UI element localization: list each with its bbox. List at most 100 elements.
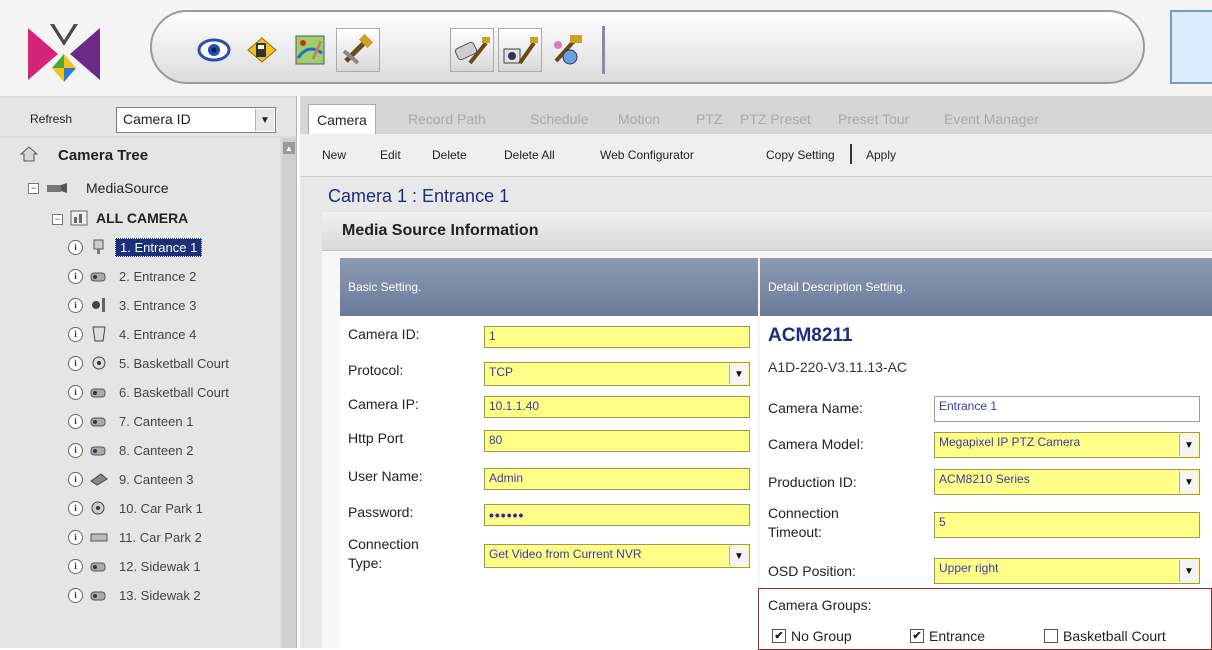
camera-icon xyxy=(90,446,106,456)
tab-preset-tour[interactable]: Preset Tour xyxy=(830,104,917,134)
info-icon[interactable]: i xyxy=(68,268,83,284)
camera-label: 9. Canteen 3 xyxy=(119,471,194,487)
info-icon[interactable]: i xyxy=(68,239,83,255)
camera-item-11[interactable]: i 11. Car Park 2 xyxy=(68,526,206,548)
camera-label: 11. Car Park 2 xyxy=(119,529,202,545)
chevron-down-icon[interactable]: ▼ xyxy=(1179,471,1198,493)
camera-item-5[interactable]: i 5. Basketball Court xyxy=(68,352,233,374)
camera-item-9[interactable]: i 9. Canteen 3 xyxy=(68,468,197,490)
refresh-button[interactable]: Refresh xyxy=(30,112,72,126)
playback-button[interactable] xyxy=(240,28,284,72)
web-configurator-button[interactable]: Web Configurator xyxy=(600,148,694,162)
scroll-up-icon[interactable]: ▲ xyxy=(283,142,295,154)
camera-tools-icon xyxy=(454,37,490,65)
info-icon[interactable]: i xyxy=(68,355,83,371)
group-entrance[interactable]: ✔ Entrance xyxy=(910,628,985,644)
edit-button[interactable]: Edit xyxy=(380,148,401,162)
new-button[interactable]: New xyxy=(322,148,346,162)
production-id-select[interactable]: ACM8210 Series ▼ xyxy=(934,469,1200,495)
camera-tools-button[interactable] xyxy=(450,28,494,72)
chevron-down-icon[interactable]: ▼ xyxy=(729,546,748,566)
tab-event-manager[interactable]: Event Manager xyxy=(936,104,1047,134)
connection-timeout-field[interactable]: 5 xyxy=(934,512,1200,538)
info-icon[interactable]: i xyxy=(68,413,83,429)
user-name-label: User Name: xyxy=(348,468,423,484)
emap-button[interactable] xyxy=(288,28,332,72)
tab-motion[interactable]: Motion xyxy=(610,104,668,134)
info-icon[interactable]: i xyxy=(68,500,83,516)
camera-item-4[interactable]: i 4. Entrance 4 xyxy=(68,323,200,345)
tab-camera[interactable]: Camera xyxy=(308,104,376,135)
chevron-down-icon[interactable]: ▼ xyxy=(729,364,748,384)
camera-item-12[interactable]: i 12. Sidewak 1 xyxy=(68,555,205,577)
camera-name-field[interactable]: Entrance 1 xyxy=(934,396,1200,422)
connection-type-label-line1: Connection xyxy=(348,536,419,552)
protocol-select[interactable]: TCP ▼ xyxy=(484,362,750,386)
chevron-down-icon[interactable]: ▼ xyxy=(1179,560,1198,582)
camera-item-6[interactable]: i 6. Basketball Court xyxy=(68,381,233,403)
collapse-icon[interactable]: − xyxy=(28,183,39,194)
info-icon[interactable]: i xyxy=(68,297,83,313)
info-icon[interactable]: i xyxy=(68,442,83,458)
device-tools-button[interactable] xyxy=(498,28,542,72)
sort-select-value: Camera ID xyxy=(123,111,191,127)
camera-label: 10. Car Park 1 xyxy=(119,500,203,516)
delete-all-button[interactable]: Delete All xyxy=(504,148,555,162)
info-icon[interactable]: i xyxy=(68,326,83,342)
http-port-field[interactable]: 80 xyxy=(484,430,750,452)
sort-select[interactable]: Camera ID ▼ xyxy=(116,107,276,133)
camera-item-2[interactable]: i 2. Entrance 2 xyxy=(68,265,200,287)
collapse-icon[interactable]: − xyxy=(52,214,63,225)
info-icon[interactable]: i xyxy=(68,384,83,400)
tab-record-path[interactable]: Record Path xyxy=(400,104,494,134)
group-no-group-label: No Group xyxy=(791,628,852,644)
delete-button[interactable]: Delete xyxy=(432,148,467,162)
tab-ptz-preset[interactable]: PTZ Preset xyxy=(732,104,819,134)
eye-icon xyxy=(197,38,231,62)
camera-item-8[interactable]: i 8. Canteen 2 xyxy=(68,439,197,461)
info-icon[interactable]: i xyxy=(68,471,83,487)
camera-label: 7. Canteen 1 xyxy=(119,413,194,429)
camera-item-13[interactable]: i 13. Sidewak 2 xyxy=(68,584,205,606)
connection-type-select[interactable]: Get Video from Current NVR ▼ xyxy=(484,544,750,568)
camera-model-select[interactable]: Megapixel IP PTZ Camera ▼ xyxy=(934,432,1200,458)
tab-ptz[interactable]: PTZ xyxy=(688,104,730,134)
checkbox-checked-icon[interactable]: ✔ xyxy=(772,629,786,643)
tab-schedule[interactable]: Schedule xyxy=(522,104,596,134)
copy-setting-button[interactable]: Copy Setting xyxy=(766,148,835,162)
setting-button[interactable] xyxy=(336,28,380,72)
camera-icon xyxy=(92,356,106,370)
protocol-value: TCP xyxy=(489,365,513,379)
info-icon[interactable]: i xyxy=(68,587,83,603)
chevron-down-icon[interactable]: ▼ xyxy=(1179,434,1198,456)
protocol-label: Protocol: xyxy=(348,362,404,378)
checkbox-unchecked-icon[interactable] xyxy=(1044,629,1058,643)
camera-id-field[interactable]: 1 xyxy=(484,326,750,348)
page-title: Camera 1 : Entrance 1 xyxy=(328,186,510,206)
network-tools-button[interactable] xyxy=(546,28,590,72)
apply-button[interactable]: Apply xyxy=(866,148,896,162)
osd-position-select[interactable]: Upper right ▼ xyxy=(934,558,1200,584)
tree-node-all-camera[interactable]: ALL CAMERA xyxy=(96,210,188,226)
camera-icon xyxy=(90,473,108,486)
view-button[interactable] xyxy=(192,28,236,72)
camera-item-3[interactable]: i 3. Entrance 3 xyxy=(68,294,200,316)
camera-icon xyxy=(90,272,106,282)
info-icon[interactable]: i xyxy=(68,558,83,574)
camera-id-label: Camera ID: xyxy=(348,326,420,342)
password-field[interactable]: •••••• xyxy=(484,504,750,526)
camera-item-7[interactable]: i 7. Canteen 1 xyxy=(68,410,197,432)
tree-scrollbar[interactable] xyxy=(282,138,296,648)
camera-item-1[interactable]: i 1. Entrance 1 xyxy=(68,236,203,258)
camera-name-label: Camera Name: xyxy=(768,400,863,416)
tree-node-media-source[interactable]: MediaSource xyxy=(86,180,169,196)
group-no-group[interactable]: ✔ No Group xyxy=(772,628,852,644)
group-basketball-court[interactable]: Basketball Court xyxy=(1044,628,1166,644)
camera-ip-field[interactable]: 10.1.1.40 xyxy=(484,396,750,418)
camera-item-10[interactable]: i 10. Car Park 1 xyxy=(68,497,207,519)
chevron-down-icon[interactable]: ▼ xyxy=(255,109,274,131)
camera-icon xyxy=(90,417,106,427)
user-name-field[interactable]: Admin xyxy=(484,468,750,490)
info-icon[interactable]: i xyxy=(68,529,83,545)
checkbox-checked-icon[interactable]: ✔ xyxy=(910,629,924,643)
